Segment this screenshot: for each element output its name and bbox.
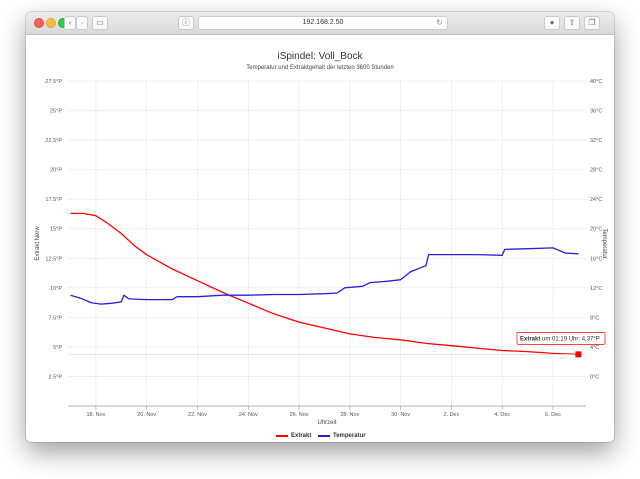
url-text: 192.168.2.50	[302, 19, 344, 26]
chevron-right-icon: ›	[80, 18, 84, 27]
y-right-tick-label: 16°C	[590, 256, 602, 262]
close-window-button[interactable]	[34, 18, 44, 28]
x-tick-label: 18. Nov	[86, 412, 105, 418]
x-tick-label: 4. Dec	[494, 412, 510, 418]
y-right-tick-label: 12°C	[590, 286, 602, 292]
tooltip-series-name: Extrakt	[520, 337, 540, 343]
share-icon: ⇧	[568, 18, 576, 27]
x-tick-label: 24. Nov	[239, 412, 258, 418]
download-icon: ●	[549, 18, 555, 27]
y-left-tick-label: 10°P	[50, 286, 62, 292]
y-left-axis-title: Extrakt Nerw	[35, 226, 41, 261]
legend-item-extrakt[interactable]: Extrakt	[276, 433, 311, 439]
legend-swatch	[276, 435, 288, 437]
minimize-window-button[interactable]	[46, 18, 56, 28]
sidebar-button[interactable]: ▭	[92, 16, 108, 30]
y-right-tick-label: 0°C	[590, 374, 599, 380]
y-right-tick-label: 36°C	[590, 109, 602, 115]
chevron-left-icon: ‹	[68, 18, 72, 27]
x-tick-label: 30. Nov	[391, 412, 410, 418]
browser-toolbar: ‹ › ▭ ⓘ 192.168.2.50 ↻ ● ⇧ ❐	[26, 12, 614, 35]
y-left-tick-label: 12.5°P	[45, 256, 62, 262]
site-info-button[interactable]: ⓘ	[178, 16, 194, 30]
x-axis-title: Uhrzeit	[317, 420, 336, 426]
y-left-tick-label: 27.5°P	[45, 79, 62, 85]
y-left-tick-label: 2.5°P	[48, 374, 62, 380]
y-right-axis-title: Temperatur	[601, 228, 607, 258]
y-right-tick-label: 8°C	[590, 315, 599, 321]
page-content: iSpindel: Voll_Bock Temperatur und Extra…	[26, 35, 614, 442]
tabs-button[interactable]: ❐	[584, 16, 600, 30]
tooltip-marker	[575, 351, 582, 358]
x-tick-label: 6. Dec	[545, 412, 561, 418]
share-button[interactable]: ⇧	[564, 16, 580, 30]
y-left-tick-label: 22.5°P	[45, 138, 62, 144]
legend-item-temperatur[interactable]: Temperatur	[318, 433, 366, 439]
x-tick-label: 2. Dec	[443, 412, 459, 418]
y-left-tick-label: 15°P	[50, 227, 62, 233]
y-right-tick-label: 4°C	[590, 345, 599, 351]
chart-area: 27.5°P 25°P 22.5°P 20°P 17.5°P 15°P 12.5°P 10°P…	[35, 79, 607, 426]
tooltip-value: um 01:19 Uhr: 4,37°P	[540, 337, 599, 343]
y-right-tick-label: 20°C	[590, 227, 602, 233]
y-left-tick-label: 5°P	[53, 345, 62, 351]
y-right-tick-label: 28°C	[590, 168, 602, 174]
forward-button[interactable]: ›	[76, 16, 88, 30]
legend-label: Temperatur	[333, 433, 366, 439]
reload-icon[interactable]: ↻	[436, 17, 443, 29]
info-icon: ⓘ	[182, 18, 190, 27]
back-button[interactable]: ‹	[64, 16, 76, 30]
browser-window: ‹ › ▭ ⓘ 192.168.2.50 ↻ ● ⇧ ❐ iSpindel: V…	[26, 12, 614, 442]
y-right-tick-label: 32°C	[590, 138, 602, 144]
tabs-icon: ❐	[588, 18, 596, 27]
x-tick-label: 26. Nov	[290, 412, 309, 418]
x-tick-label: 28. Nov	[340, 412, 359, 418]
address-bar[interactable]: 192.168.2.50 ↻	[198, 16, 448, 30]
legend-swatch	[318, 435, 330, 437]
y-right-tick-label: 24°C	[590, 197, 602, 203]
y-left-tick-label: 25°P	[50, 109, 62, 115]
legend-label: Extrakt	[291, 433, 312, 439]
y-left-tick-label: 17.5°P	[45, 197, 62, 203]
sidebar-icon: ▭	[96, 18, 104, 27]
tooltip-text: Extrakt um 01:19 Uhr: 4,37°P	[520, 337, 600, 343]
download-button[interactable]: ●	[544, 16, 560, 30]
y-left-tick-label: 20°P	[50, 168, 62, 174]
x-tick-label: 20. Nov	[137, 412, 156, 418]
x-tick-label: 22. Nov	[188, 412, 207, 418]
y-right-tick-label: 40°C	[590, 79, 602, 85]
y-left-tick-label: 7.5°P	[48, 315, 62, 321]
